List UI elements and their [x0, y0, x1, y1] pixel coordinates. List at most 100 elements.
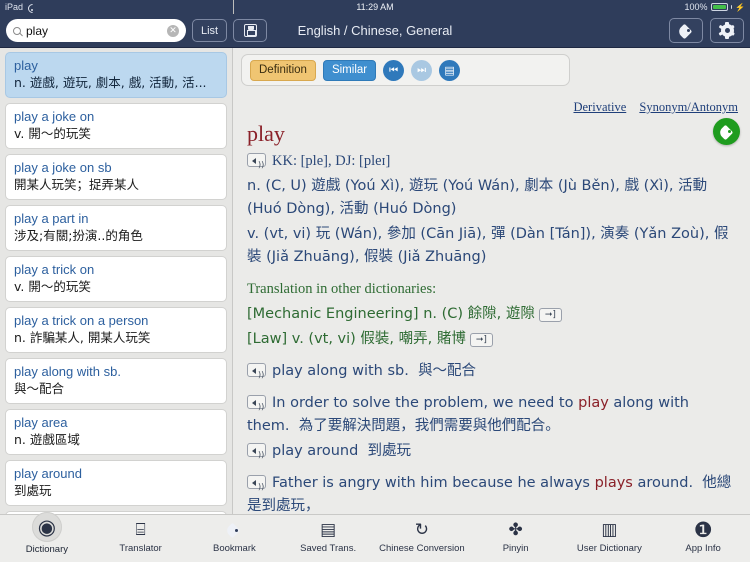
- tab-similar[interactable]: Similar: [322, 59, 377, 81]
- word-list-sidebar[interactable]: play n. 遊戲, 遊玩, 劇本, 戲, 活動, 活... play a j…: [0, 48, 233, 562]
- list-item-definition: n. 遊戲, 遊玩, 劇本, 戲, 活動, 活...: [14, 75, 207, 90]
- headword: play: [247, 121, 285, 146]
- list-item[interactable]: play around 到處玩: [5, 460, 227, 506]
- other-dictionary-text: [Mechanic Engineering] n. (C) 餘隙, 遊隙: [247, 306, 535, 322]
- example-pre: Father is angry with him because he alwa…: [272, 475, 595, 491]
- list-item-word: play along with sb.: [14, 364, 121, 379]
- example-row: Father is angry with him because he alwa…: [247, 472, 738, 518]
- device-label: iPad: [5, 2, 24, 12]
- speaker-icon[interactable]: [247, 475, 266, 498]
- speaker-icon[interactable]: [247, 153, 266, 176]
- list-item-definition: 到處玩: [14, 483, 52, 498]
- tab-pinyin[interactable]: ✤ Pinyin: [469, 515, 563, 554]
- list-item-definition: v. 開～的玩笑: [14, 126, 91, 141]
- other-dictionary-entry: [Mechanic Engineering] n. (C) 餘隙, 遊隙 ➞]: [247, 303, 738, 326]
- example-keyword: play: [578, 395, 609, 411]
- definition-panel: Definition Similar ⏮ ⏭ ▤ Derivative Syno…: [233, 48, 750, 562]
- tab-app-info[interactable]: ❶ App Info: [656, 515, 750, 554]
- tab-saved-translations[interactable]: ▤ Saved Trans.: [281, 515, 375, 554]
- link-derivative[interactable]: Derivative: [573, 100, 626, 114]
- phrase-row: play around 到處玩: [247, 440, 738, 466]
- info-icon: ❶: [693, 517, 713, 542]
- tab-label: Translator: [119, 543, 162, 554]
- list-item-word: play around: [14, 466, 82, 481]
- floppy-disk-icon: [243, 24, 257, 37]
- status-bar: iPad 11:29 AM 100% ⚡: [0, 0, 750, 14]
- battery-cap: [730, 5, 733, 9]
- list-item[interactable]: play a part in 涉及;有關;扮演..的角色: [5, 205, 227, 251]
- puzzle-icon: ✤: [508, 519, 523, 540]
- skip-back-icon[interactable]: ⏮: [383, 59, 405, 81]
- battery-percent-label: 100%: [684, 2, 708, 12]
- tab-label: User Dictionary: [576, 543, 642, 554]
- list-button[interactable]: List: [192, 19, 228, 42]
- bookmark-badge-button[interactable]: [713, 118, 740, 145]
- tab-label: App Info: [685, 543, 721, 554]
- settings-button[interactable]: [710, 18, 744, 43]
- other-dictionary-text: [Law] v. (vt, vi) 假裝, 嘲弄, 賭博: [247, 331, 466, 347]
- search-input-value: play: [26, 23, 49, 38]
- saved-list-icon: ▤: [320, 519, 337, 540]
- app-root: iPad 11:29 AM 100% ⚡ play ✕ List English…: [0, 0, 750, 562]
- battery-full-icon: [710, 3, 728, 11]
- tab-chinese-conversion[interactable]: ↻ Chinese Conversion: [375, 515, 469, 554]
- other-dictionaries-heading: Translation in other dictionaries:: [247, 281, 437, 297]
- gear-icon: [718, 22, 736, 39]
- document-icon[interactable]: ▤: [439, 59, 461, 81]
- list-item[interactable]: play along with sb. 與～配合: [5, 358, 227, 404]
- other-dictionary-entry: [Law] v. (vt, vi) 假裝, 嘲弄, 賭博 ➞]: [247, 328, 738, 351]
- list-item[interactable]: play a trick on v. 開～的玩笑: [5, 256, 227, 302]
- list-item-word: play a part in: [14, 211, 89, 226]
- save-button[interactable]: [233, 19, 268, 42]
- tab-dictionary[interactable]: ◉ Dictionary: [0, 512, 94, 555]
- phrase-translation: 到處玩: [367, 443, 412, 459]
- list-item-definition: 涉及;有關;扮演..的角色: [14, 228, 143, 243]
- tab-user-dictionary[interactable]: ▥ User Dictionary: [563, 515, 657, 554]
- list-item-definition: n. 詐騙某人, 開某人玩笑: [14, 330, 151, 345]
- tag-icon: [678, 25, 694, 37]
- phrase-row: play along with sb. 與～配合: [247, 360, 738, 386]
- noun-definition: n. (C, U) 遊戲 (Yoú Xì), 遊玩 (Yoú Wán), 劇本 …: [247, 178, 708, 217]
- list-item-word: play a joke on: [14, 109, 95, 124]
- translate-icon: ⌸: [135, 519, 146, 540]
- goto-arrow-icon[interactable]: ➞]: [469, 333, 493, 347]
- tab-label: Bookmark: [212, 543, 256, 554]
- bottom-tab-bar: ◉ Dictionary ⌸ Translator Bookmark ▤ Sav…: [0, 512, 750, 562]
- example-pre: In order to solve the problem, we need t…: [272, 395, 579, 411]
- status-time: 11:29 AM: [356, 2, 394, 12]
- tab-bookmark[interactable]: Bookmark: [188, 515, 282, 554]
- bookmark-button[interactable]: [669, 18, 703, 43]
- list-item-definition: 與～配合: [14, 381, 65, 396]
- user-dictionary-icon: ▥: [601, 519, 618, 540]
- list-item-word: play a trick on: [14, 262, 95, 277]
- list-item[interactable]: play n. 遊戲, 遊玩, 劇本, 戲, 活動, 活...: [5, 52, 227, 98]
- phrase-translation: 與～配合: [418, 363, 477, 379]
- link-synonym-antonym[interactable]: Synonym/Antonym: [639, 100, 738, 114]
- skip-forward-icon[interactable]: ⏭: [411, 59, 433, 81]
- tab-definition[interactable]: Definition: [250, 59, 316, 81]
- list-item[interactable]: play a joke on v. 開～的玩笑: [5, 103, 227, 149]
- speaker-icon[interactable]: [247, 443, 266, 466]
- status-left: iPad: [5, 2, 36, 12]
- clear-circle-icon[interactable]: ✕: [167, 24, 179, 37]
- search-input[interactable]: play ✕: [6, 19, 186, 42]
- nav-right-buttons: [669, 18, 744, 43]
- verb-definition: v. (vt, vi) 玩 (Wán), 參加 (Cān Jiā), 彈 (Dà…: [247, 226, 729, 265]
- list-item[interactable]: play a trick on a person n. 詐騙某人, 開某人玩笑: [5, 307, 227, 353]
- lightning-bolt-icon: ⚡: [735, 2, 745, 12]
- example-translation: 為了要解決問題，我們需要與他們配合。: [298, 418, 560, 434]
- example-row: In order to solve the problem, we need t…: [247, 392, 738, 438]
- list-item-word: play a trick on a person: [14, 313, 149, 328]
- phrase-head: play around: [272, 443, 359, 459]
- magnifier-icon: [13, 26, 21, 35]
- speaker-icon[interactable]: [247, 363, 266, 386]
- list-item-word: play: [14, 58, 38, 73]
- speaker-icon[interactable]: [247, 395, 266, 418]
- list-item[interactable]: play area n. 遊戲區域: [5, 409, 227, 455]
- goto-arrow-icon[interactable]: ➞]: [538, 308, 562, 322]
- tab-translator[interactable]: ⌸ Translator: [94, 515, 188, 554]
- list-item[interactable]: play a joke on sb 開某人玩笑；捉弄某人: [5, 154, 227, 200]
